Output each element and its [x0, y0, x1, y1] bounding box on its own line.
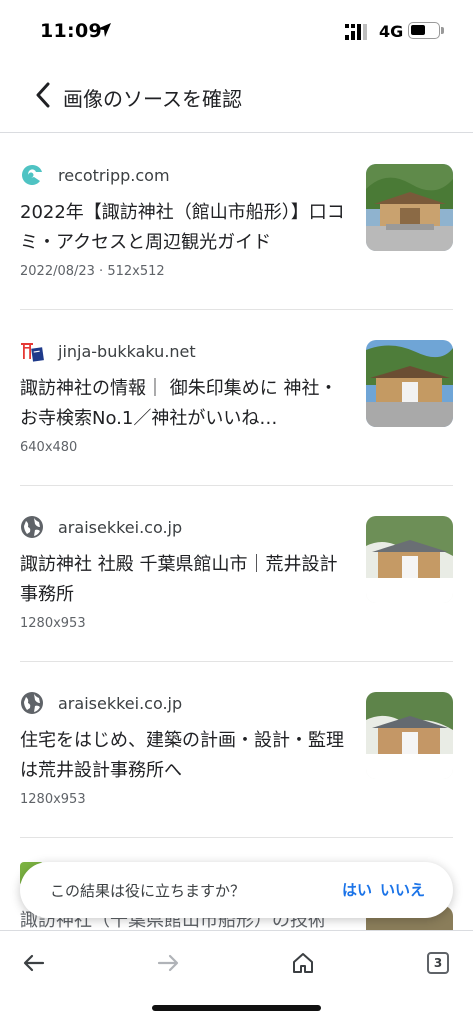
source-name: araisekkei.co.jp: [58, 517, 183, 537]
tabs-button[interactable]: 3: [418, 943, 458, 983]
result-item[interactable]: jinja-bukkaku.net 諏訪神社の情報｜ 御朱印集めに 神社・お寺検…: [0, 310, 473, 486]
result-title[interactable]: 諏訪神社 社殿 千葉県館山市｜荒井設計事務所: [20, 550, 348, 610]
result-item[interactable]: recotripp.com 2022年【諏訪神社（館山市船形）】口コミ・アクセス…: [0, 134, 473, 310]
source-name: recotripp.com: [58, 165, 170, 185]
source-row: recotripp.com: [20, 162, 170, 188]
feedback-yes-button[interactable]: はい: [342, 879, 372, 900]
result-divider: [20, 837, 453, 838]
forward-nav-button[interactable]: [148, 943, 188, 983]
home-icon: [293, 953, 313, 973]
source-name: araisekkei.co.jp: [58, 693, 183, 713]
torii-logo-icon: [20, 339, 44, 363]
header-divider: [0, 132, 473, 133]
network-type: 4G: [379, 22, 404, 41]
result-title[interactable]: 2022年【諏訪神社（館山市船形）】口コミ・アクセスと周辺観光ガイド: [20, 198, 348, 258]
result-thumbnail[interactable]: [366, 516, 453, 603]
tab-count: 3: [427, 952, 449, 974]
result-meta: 1280x953: [20, 616, 86, 631]
result-title[interactable]: 諏訪神社の情報｜ 御朱印集めに 神社・お寺検索No.1／神社がいいね…: [20, 374, 348, 434]
recotripp-logo-icon: [20, 163, 44, 187]
feedback-question: この結果は役に立ちますか？: [50, 882, 246, 900]
battery-tip: [441, 27, 444, 34]
result-thumbnail[interactable]: [366, 340, 453, 427]
result-thumbnail[interactable]: [366, 692, 453, 779]
source-name: jinja-bukkaku.net: [58, 341, 196, 361]
feedback-no-button[interactable]: いいえ: [380, 879, 425, 900]
source-row: araisekkei.co.jp: [20, 690, 182, 716]
page-title: 画像のソースを確認: [63, 87, 242, 111]
source-row: jinja-bukkaku.net: [20, 338, 196, 364]
result-meta: 2022/08/23 · 512x512: [20, 264, 165, 279]
battery-icon: [408, 22, 440, 39]
signal-icon: [345, 24, 367, 40]
result-item[interactable]: araisekkei.co.jp 諏訪神社 社殿 千葉県館山市｜荒井設計事務所 …: [0, 486, 473, 662]
back-nav-button[interactable]: [14, 943, 54, 983]
result-thumbnail[interactable]: [366, 164, 453, 251]
result-item[interactable]: araisekkei.co.jp 住宅をはじめ、建築の計画・設計・監理は荒井設計…: [0, 662, 473, 838]
location-arrow-icon: [97, 23, 111, 37]
back-button[interactable]: [26, 78, 60, 112]
header: 画像のソースを確認: [0, 66, 473, 132]
globe-icon: [20, 515, 44, 539]
globe-icon: [20, 691, 44, 715]
result-title[interactable]: 住宅をはじめ、建築の計画・設計・監理は荒井設計事務所へ: [20, 726, 348, 786]
status-time: 11:09: [40, 20, 102, 42]
home-button[interactable]: [283, 943, 323, 983]
feedback-prompt: この結果は役に立ちますか？ はい いいえ: [20, 862, 453, 918]
home-indicator: [152, 1005, 321, 1011]
arrow-left-icon: [23, 954, 45, 972]
result-meta: 640x480: [20, 440, 78, 455]
status-bar: 11:09 4G: [0, 0, 473, 60]
result-meta: 1280x953: [20, 792, 86, 807]
source-row: araisekkei.co.jp: [20, 514, 182, 540]
chevron-left-icon: [36, 82, 50, 108]
arrow-right-icon: [157, 954, 179, 972]
